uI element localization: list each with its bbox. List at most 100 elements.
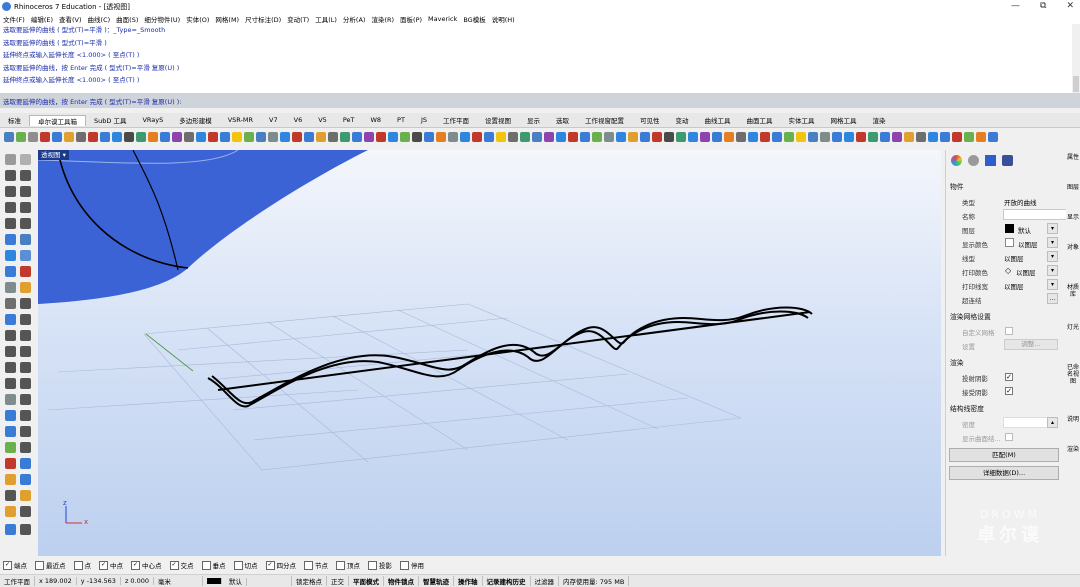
solid-edit-icon[interactable]	[20, 266, 31, 277]
receive-shadow-checkbox[interactable]: ✓	[1005, 387, 1013, 395]
tool-icon[interactable]	[748, 132, 758, 142]
tool-icon[interactable]	[796, 132, 806, 142]
osnap-near[interactable]: 最近点	[35, 560, 66, 570]
tool-icon[interactable]	[412, 132, 422, 142]
extrude-icon[interactable]	[5, 250, 16, 261]
tab-display[interactable]: 显示	[519, 115, 548, 125]
maximize-button[interactable]: ⧉	[1040, 1, 1046, 11]
status-filter[interactable]: 过滤器	[531, 576, 560, 586]
menu-maverick[interactable]: Maverick	[428, 15, 457, 23]
tool-icon[interactable]	[136, 132, 146, 142]
scale-icon[interactable]	[5, 330, 16, 341]
layer-dropdown[interactable]: ▾	[1047, 223, 1058, 234]
osnap-project[interactable]: 投影	[368, 560, 392, 570]
tool-icon[interactable]	[724, 132, 734, 142]
explode-icon[interactable]	[20, 378, 31, 389]
gumball-icon[interactable]	[5, 458, 16, 469]
tab-cplane[interactable]: 工作平面	[435, 115, 477, 125]
layer-icon[interactable]	[5, 506, 16, 517]
tool-icon[interactable]	[712, 132, 722, 142]
tab-subd-tools[interactable]: SubD 工具	[86, 115, 134, 125]
offset-curve-icon[interactable]	[20, 218, 31, 229]
adjust-button[interactable]: 调整...	[1004, 339, 1058, 350]
texture-icon[interactable]	[1002, 155, 1013, 166]
tool-icon[interactable]	[532, 132, 542, 142]
tool-icon[interactable]	[148, 132, 158, 142]
tool-icon[interactable]	[364, 132, 374, 142]
match-button[interactable]: 匹配(M)	[949, 448, 1059, 462]
group-icon[interactable]	[5, 394, 16, 405]
tool-icon[interactable]	[964, 132, 974, 142]
menu-curve[interactable]: 曲线(C)	[88, 14, 111, 24]
tool-icon[interactable]	[316, 132, 326, 142]
sphere-icon[interactable]	[5, 410, 16, 421]
render-icon[interactable]	[5, 474, 16, 485]
tool-icon[interactable]	[640, 132, 650, 142]
menu-subd[interactable]: 细分物件(U)	[144, 14, 180, 24]
surface-icon[interactable]	[5, 234, 16, 245]
tool-icon[interactable]	[88, 132, 98, 142]
tool-icon[interactable]	[436, 132, 446, 142]
tool-icon[interactable]	[772, 132, 782, 142]
menu-view[interactable]: 查看(V)	[59, 14, 82, 24]
properties-icon[interactable]	[20, 506, 31, 517]
tab-pt[interactable]: PT	[389, 116, 413, 124]
tool-icon[interactable]	[388, 132, 398, 142]
status-ortho[interactable]: 正交	[327, 576, 350, 586]
cast-shadow-checkbox[interactable]: ✓	[1005, 373, 1013, 381]
orient-icon[interactable]	[20, 458, 31, 469]
tool-icon[interactable]	[304, 132, 314, 142]
tool-icon[interactable]	[976, 132, 986, 142]
osnap-intersection[interactable]: ✓ 交点	[169, 560, 194, 570]
box-icon[interactable]	[5, 266, 16, 277]
tool-icon[interactable]	[352, 132, 362, 142]
tab-v7[interactable]: V7	[261, 116, 286, 124]
tab-vrays[interactable]: VRayS	[134, 116, 171, 124]
menu-transform[interactable]: 变动(T)	[287, 14, 309, 24]
tool-icon[interactable]	[784, 132, 794, 142]
fillet-icon[interactable]	[5, 298, 16, 309]
menu-file[interactable]: 文件(F)	[3, 14, 25, 24]
hide-icon[interactable]	[5, 490, 16, 501]
tool-icon[interactable]	[664, 132, 674, 142]
menu-panels[interactable]: 面板(P)	[400, 14, 422, 24]
tab-js[interactable]: JS	[413, 116, 435, 124]
tool-icon[interactable]	[808, 132, 818, 142]
tool-icon[interactable]	[160, 132, 170, 142]
osnap-mid[interactable]: ✓ 中点	[99, 560, 123, 570]
osnap-quad[interactable]: ✓ 四分点	[265, 560, 296, 570]
tab-poly-modeling[interactable]: 多边形建模	[171, 115, 220, 125]
side-tab-display[interactable]: 显示	[1067, 214, 1079, 221]
tool-icon[interactable]	[556, 132, 566, 142]
tab-drowm-toolbox[interactable]: 卓尔谟工具箱	[29, 114, 86, 126]
tool-icon[interactable]	[196, 132, 206, 142]
render-settings-icon[interactable]	[985, 155, 996, 166]
material-ball-icon[interactable]	[968, 155, 979, 166]
tab-w8[interactable]: W8	[362, 116, 389, 124]
menu-dimension[interactable]: 尺寸标注(D)	[245, 14, 281, 24]
cone-icon[interactable]	[5, 426, 16, 437]
tool-icon[interactable]	[52, 132, 62, 142]
layer-value[interactable]: 默认	[1018, 225, 1031, 235]
tool-icon[interactable]	[628, 132, 638, 142]
tool-icon[interactable]	[16, 132, 26, 142]
osnap-knot[interactable]: 节点	[304, 560, 328, 570]
rectangle-icon[interactable]	[20, 202, 31, 213]
tool-icon[interactable]	[940, 132, 950, 142]
menu-surface[interactable]: 曲面(S)	[116, 14, 138, 24]
tool-icon[interactable]	[904, 132, 914, 142]
status-record-history[interactable]: 记录建构历史	[483, 576, 531, 586]
tool-icon[interactable]	[916, 132, 926, 142]
tool-icon[interactable]	[856, 132, 866, 142]
tab-visibility[interactable]: 可见性	[632, 115, 668, 125]
polyline-icon[interactable]	[5, 170, 16, 181]
osnap-point[interactable]: 点	[73, 560, 91, 570]
options-icon[interactable]	[20, 524, 31, 535]
arc-icon[interactable]	[20, 186, 31, 197]
tool-icon[interactable]	[952, 132, 962, 142]
tool-icon[interactable]	[328, 132, 338, 142]
tab-render[interactable]: 渲染	[864, 115, 893, 125]
tool-icon[interactable]	[736, 132, 746, 142]
tool-icon[interactable]	[376, 132, 386, 142]
status-smarttrack[interactable]: 智慧轨迹	[419, 576, 455, 586]
